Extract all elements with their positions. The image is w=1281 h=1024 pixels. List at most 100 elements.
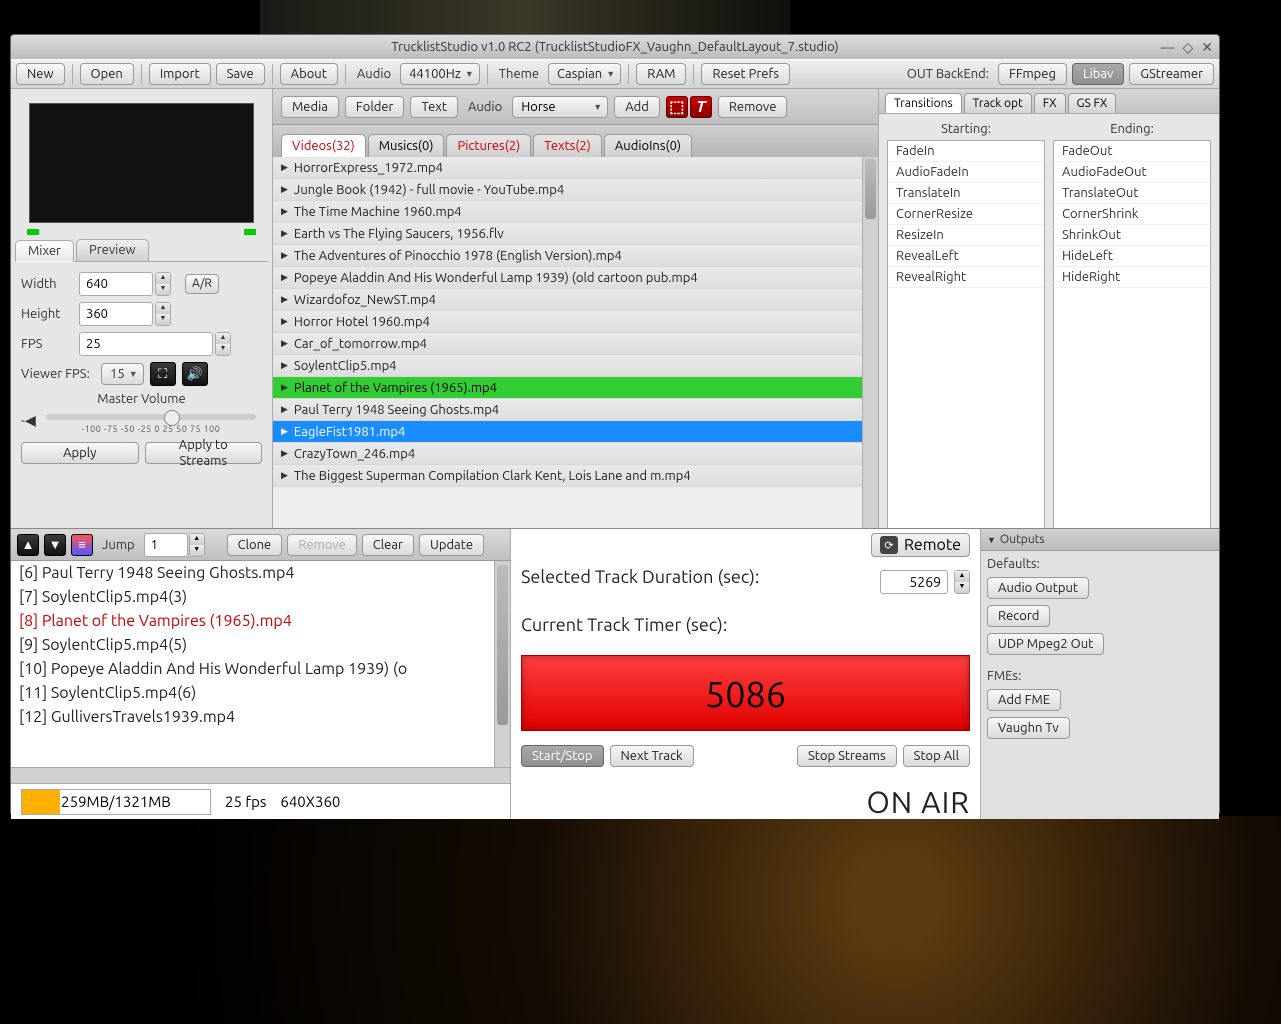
transition-item[interactable]: FadeOut: [1054, 141, 1210, 162]
transition-item[interactable]: AudioFadeIn: [888, 162, 1044, 183]
file-row[interactable]: ▶The Adventures of Pinocchio 1978 (Engli…: [273, 245, 878, 267]
open-button[interactable]: Open: [80, 63, 134, 85]
transition-item[interactable]: HideRight: [1054, 267, 1210, 288]
media-button[interactable]: Media: [281, 96, 339, 118]
transition-item[interactable]: TranslateIn: [888, 183, 1044, 204]
videos-tab[interactable]: Videos(32): [281, 134, 366, 157]
fullscreen-icon[interactable]: ⛶: [150, 362, 176, 386]
transition-item[interactable]: CornerShrink: [1054, 204, 1210, 225]
file-row[interactable]: ▶Earth vs The Flying Saucers, 1956.flv: [273, 223, 878, 245]
remote-button[interactable]: ⟳ Remote: [871, 533, 970, 557]
track-opt-tab[interactable]: Track opt: [964, 93, 1032, 113]
next-track-button[interactable]: Next Track: [610, 745, 694, 767]
playlist-row[interactable]: [9] SoylentClip5.mp4(5): [11, 633, 510, 657]
transition-item[interactable]: FadeIn: [888, 141, 1044, 162]
playlist-scrollbar-v[interactable]: [494, 561, 510, 767]
move-up-icon[interactable]: ▲: [17, 534, 39, 556]
width-spinner[interactable]: ▲▼: [155, 272, 171, 296]
jump-field[interactable]: [144, 533, 188, 557]
red-t-icon-1[interactable]: ⬚: [666, 96, 688, 118]
import-button[interactable]: Import: [149, 63, 211, 85]
red-t-icon-2[interactable]: T: [690, 96, 712, 118]
ffmpeg-button[interactable]: FFmpeg: [998, 63, 1067, 85]
file-row[interactable]: ▶The Biggest Superman Compilation Clark …: [273, 465, 878, 487]
libav-button[interactable]: Libav: [1072, 63, 1124, 85]
file-row[interactable]: ▶Popeye Aladdin And His Wonderful Lamp 1…: [273, 267, 878, 289]
playlist-row[interactable]: [8] Planet of the Vampires (1965).mp4: [11, 609, 510, 633]
update-button[interactable]: Update: [419, 534, 484, 556]
folder-button[interactable]: Folder: [345, 96, 405, 118]
file-row[interactable]: ▶Horror Hotel 1960.mp4: [273, 311, 878, 333]
master-volume-slider[interactable]: [46, 414, 256, 420]
file-row[interactable]: ▶Car_of_tomorrow.mp4: [273, 333, 878, 355]
viewer-fps-combo[interactable]: 15: [101, 363, 144, 385]
save-button[interactable]: Save: [216, 63, 265, 85]
transition-item[interactable]: TranslateOut: [1054, 183, 1210, 204]
vaughn-tv-button[interactable]: Vaughn Tv: [987, 717, 1070, 739]
close-icon[interactable]: ✕: [1201, 39, 1213, 56]
duration-field[interactable]: [880, 570, 948, 594]
audio-rate-combo[interactable]: 44100Hz: [400, 63, 480, 85]
remove-button[interactable]: Remove: [718, 96, 788, 118]
apply-streams-button[interactable]: Apply to Streams: [145, 442, 263, 464]
playlist-row[interactable]: [7] SoylentClip5.mp4(3): [11, 585, 510, 609]
outputs-header[interactable]: Outputs: [981, 529, 1219, 551]
theme-combo[interactable]: Caspian: [548, 63, 621, 85]
transitions-tab[interactable]: Transitions: [885, 93, 962, 113]
add-fme-button[interactable]: Add FME: [987, 689, 1061, 711]
gstreamer-button[interactable]: GStreamer: [1129, 63, 1214, 85]
start-stop-button[interactable]: Start/Stop: [521, 745, 604, 767]
fx-tab[interactable]: FX: [1034, 93, 1066, 113]
record-button[interactable]: Record: [987, 605, 1050, 627]
move-down-icon[interactable]: ▼: [44, 534, 66, 556]
maximize-icon[interactable]: ◇: [1182, 39, 1193, 56]
clear-button[interactable]: Clear: [362, 534, 414, 556]
color-icon[interactable]: ≡: [71, 534, 93, 556]
pictures-tab[interactable]: Pictures(2): [446, 134, 531, 157]
new-button[interactable]: New: [16, 63, 65, 85]
minimize-icon[interactable]: —: [1161, 39, 1175, 56]
playlist-row[interactable]: [6] Paul Terry 1948 Seeing Ghosts.mp4: [11, 561, 510, 585]
jump-spinner[interactable]: ▲▼: [189, 533, 205, 557]
ram-button[interactable]: RAM: [636, 63, 686, 85]
gsfx-tab[interactable]: GS FX: [1068, 93, 1117, 113]
file-row[interactable]: ▶Jungle Book (1942) - full movie - YouTu…: [273, 179, 878, 201]
pl-remove-button[interactable]: Remove: [287, 534, 357, 556]
playlist-scrollbar-h[interactable]: [11, 767, 510, 783]
file-row[interactable]: ▶The Time Machine 1960.mp4: [273, 201, 878, 223]
mixer-tab[interactable]: Mixer: [15, 240, 74, 262]
height-spinner[interactable]: ▲▼: [155, 302, 171, 326]
transition-item[interactable]: RevealRight: [888, 267, 1044, 288]
text-button[interactable]: Text: [410, 96, 457, 118]
speaker-icon[interactable]: 🔊: [182, 362, 208, 386]
file-row[interactable]: ▶HorrorExpress_1972.mp4: [273, 157, 878, 179]
audioins-tab[interactable]: AudioIns(0): [604, 134, 692, 157]
transition-item[interactable]: CornerResize: [888, 204, 1044, 225]
stop-all-button[interactable]: Stop All: [903, 745, 970, 767]
add-button[interactable]: Add: [614, 96, 660, 118]
fps-spinner[interactable]: ▲▼: [215, 332, 231, 356]
audio-source-combo[interactable]: Horse: [512, 96, 608, 118]
transition-item[interactable]: ShrinkOut: [1054, 225, 1210, 246]
audio-output-button[interactable]: Audio Output: [987, 577, 1089, 599]
stop-streams-button[interactable]: Stop Streams: [797, 745, 897, 767]
transition-item[interactable]: ResizeIn: [888, 225, 1044, 246]
reset-prefs-button[interactable]: Reset Prefs: [701, 63, 790, 85]
ar-button[interactable]: A/R: [185, 274, 219, 294]
clone-button[interactable]: Clone: [227, 534, 283, 556]
preview-tab[interactable]: Preview: [76, 239, 149, 261]
file-row[interactable]: ▶Planet of the Vampires (1965).mp4: [273, 377, 878, 399]
transition-item[interactable]: AudioFadeOut: [1054, 162, 1210, 183]
apply-button[interactable]: Apply: [21, 442, 139, 464]
playlist-row[interactable]: [11] SoylentClip5.mp4(6): [11, 681, 510, 705]
transition-item[interactable]: RevealLeft: [888, 246, 1044, 267]
file-row[interactable]: ▶SoylentClip5.mp4: [273, 355, 878, 377]
playlist-list[interactable]: [6] Paul Terry 1948 Seeing Ghosts.mp4[7]…: [11, 561, 510, 767]
transition-item[interactable]: HideLeft: [1054, 246, 1210, 267]
height-field[interactable]: [79, 302, 153, 326]
musics-tab[interactable]: Musics(0): [368, 134, 445, 157]
fps-field[interactable]: [79, 332, 213, 356]
playlist-row[interactable]: [10] Popeye Aladdin And His Wonderful La…: [11, 657, 510, 681]
duration-spinner[interactable]: ▲▼: [954, 570, 970, 594]
playlist-row[interactable]: [12] GulliversTravels1939.mp4: [11, 705, 510, 729]
